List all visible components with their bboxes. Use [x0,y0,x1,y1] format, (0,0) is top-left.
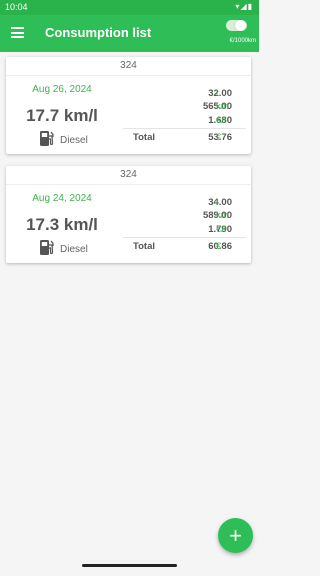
total-unit: € [216,132,222,143]
total-divider [123,237,246,238]
entry-date: Aug 26, 2024 [32,84,92,95]
page-title: Consumption list [45,25,152,40]
fuel-pump-icon [40,240,54,255]
distance-unit: km [216,101,229,112]
card-header: 324 [6,166,251,185]
add-entry-button[interactable]: + [218,518,253,553]
price-unit: €/l [216,224,227,235]
consumption-value: 17.3 km/l [26,215,98,234]
status-bar: 10:04 ▾◢▮ [0,0,259,15]
app-bar: Consumption list €/1000km [0,15,259,52]
consumption-card[interactable]: 324 Aug 24, 2024 17.3 km/l Diesel 34.00 … [6,166,251,263]
distance-unit: km [216,210,229,221]
volume-unit: l [216,88,219,99]
volume-unit: l [216,197,219,208]
fuel-label: Diesel [60,135,88,146]
volume-value: 32.00 [208,88,232,99]
total-divider [123,128,246,129]
consumption-value: 17.7 km/l [26,106,98,125]
total-unit: € [216,241,222,252]
price-unit: €/l [216,115,227,126]
card-header: 324 [6,57,251,76]
system-status-icons: ▾◢▮ [235,2,253,11]
total-label: Total [133,241,155,252]
menu-icon[interactable] [11,27,24,38]
toggle-knob [235,20,246,31]
home-indicator[interactable] [82,564,177,567]
total-label: Total [133,132,155,143]
volume-value: 34.00 [208,197,232,208]
unit-toggle-label: €/1000km [229,38,256,44]
fuel-pump-icon [40,131,54,146]
unit-toggle[interactable] [226,20,247,31]
consumption-card[interactable]: 324 Aug 26, 2024 17.7 km/l Diesel 32.00 … [6,57,251,154]
entry-date: Aug 24, 2024 [32,193,92,204]
fuel-label: Diesel [60,244,88,255]
status-time: 10:04 [5,2,28,12]
